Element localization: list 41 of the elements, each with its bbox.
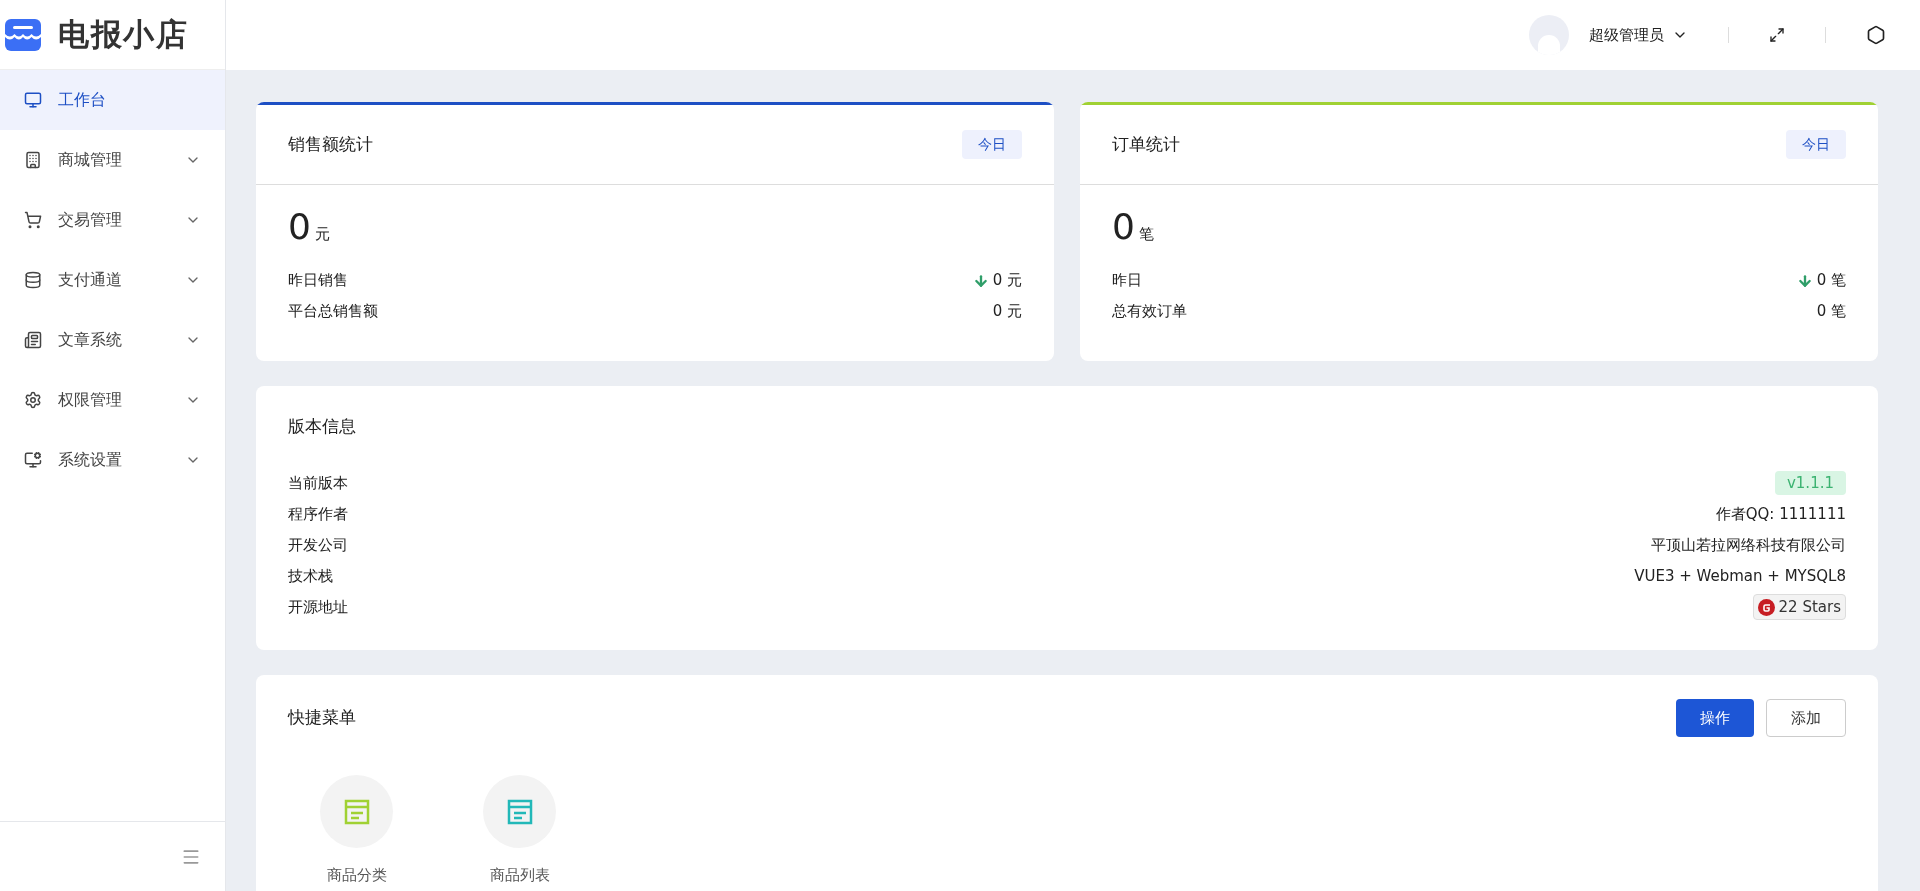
info-label: 当前版本 bbox=[288, 472, 348, 494]
stat-unit: 笔 bbox=[1138, 223, 1154, 245]
stat-row-value: 0 元 bbox=[992, 270, 1022, 292]
card-title: 版本信息 bbox=[288, 415, 357, 438]
shortcut-label: 商品分类 bbox=[326, 865, 387, 886]
user-menu[interactable]: 超级管理员 bbox=[1589, 23, 1688, 47]
sidebar-item[interactable]: 权限管理 bbox=[0, 370, 225, 430]
sidebar-item[interactable]: 文章系统 bbox=[0, 310, 225, 370]
stat-label: 昨日 bbox=[1112, 270, 1142, 292]
brand-title: 电报小店 bbox=[58, 15, 189, 55]
action-button[interactable]: 添加 bbox=[1766, 699, 1846, 737]
stars-badge[interactable]: 22 Stars bbox=[1752, 593, 1846, 621]
info-value: VUE3 + Webman + MYSQL8 bbox=[1634, 565, 1846, 587]
stat-unit: 元 bbox=[314, 223, 330, 245]
period-tag: 今日 bbox=[962, 130, 1022, 159]
shortcut-label: 商品列表 bbox=[489, 865, 550, 886]
stat-value: 0 bbox=[288, 209, 311, 245]
card-title: 快捷菜单 bbox=[288, 706, 356, 730]
info-label: 开发公司 bbox=[288, 534, 348, 556]
stat-row-value: 0 笔 bbox=[1816, 301, 1846, 323]
info-value: 作者QQ: 1111111 bbox=[1715, 503, 1846, 525]
sidebar-item[interactable]: 支付通道 bbox=[0, 250, 225, 310]
sidebar-item[interactable]: 系统设置 bbox=[0, 430, 225, 490]
sidebar-item[interactable]: 商城管理 bbox=[0, 130, 225, 190]
version-tag: v1.1.1 bbox=[1774, 470, 1846, 496]
sidebar-item[interactable]: 工作台 bbox=[0, 70, 225, 130]
card-title: 订单统计 bbox=[1112, 132, 1180, 156]
stat-label: 总有效订单 bbox=[1112, 301, 1187, 323]
stat-label: 平台总销售额 bbox=[288, 301, 378, 323]
stat-label: 昨日销售 bbox=[288, 270, 348, 292]
info-value: 平顶山若拉网络科技有限公司 bbox=[1651, 534, 1846, 556]
stat-value: 0 bbox=[1112, 209, 1135, 245]
sidebar-item[interactable]: 交易管理 bbox=[0, 190, 225, 250]
card-title: 销售额统计 bbox=[288, 132, 373, 156]
info-label: 技术栈 bbox=[288, 565, 333, 587]
period-tag: 今日 bbox=[1786, 130, 1846, 159]
info-label: 开源地址 bbox=[288, 596, 348, 618]
info-label: 程序作者 bbox=[288, 503, 348, 525]
action-button[interactable]: 操作 bbox=[1676, 699, 1754, 737]
stat-row-value: 0 笔 bbox=[1816, 270, 1846, 292]
stat-row-value: 0 元 bbox=[992, 301, 1022, 323]
